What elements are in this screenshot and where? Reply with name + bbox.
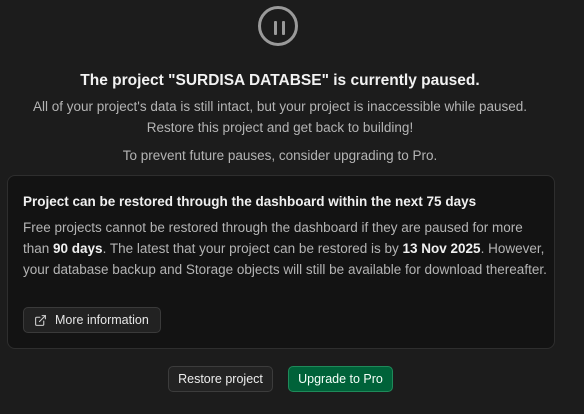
upgrade-to-pro-button[interactable]: Upgrade to Pro: [288, 366, 393, 392]
more-information-label: More information: [55, 313, 149, 327]
notice-days: 90 days: [53, 241, 103, 256]
notice-body-text: . The latest that your project can be re…: [102, 241, 403, 256]
upgrade-hint: To prevent future pauses, consider upgra…: [122, 148, 438, 163]
pause-circle-icon: [258, 6, 298, 46]
restore-project-button[interactable]: Restore project: [168, 366, 273, 392]
paused-project-page: The project "SURDISA DATABSE" is current…: [0, 0, 584, 414]
paused-description-line1: All of your project's data is still inta…: [32, 99, 528, 114]
pause-bar-left: [274, 21, 277, 35]
external-link-icon: [35, 314, 46, 326]
restore-window-notice: Project can be restored through the dash…: [7, 175, 555, 349]
notice-title: Project can be restored through the dash…: [23, 194, 477, 209]
notice-body: Free projects cannot be restored through…: [23, 217, 548, 280]
paused-title: The project "SURDISA DATABSE" is current…: [80, 72, 480, 89]
pause-bar-right: [282, 21, 285, 35]
notice-date: 13 Nov 2025: [402, 241, 481, 256]
more-information-button[interactable]: More information: [23, 307, 161, 333]
paused-description-line2: Restore this project and get back to bui…: [146, 120, 414, 135]
